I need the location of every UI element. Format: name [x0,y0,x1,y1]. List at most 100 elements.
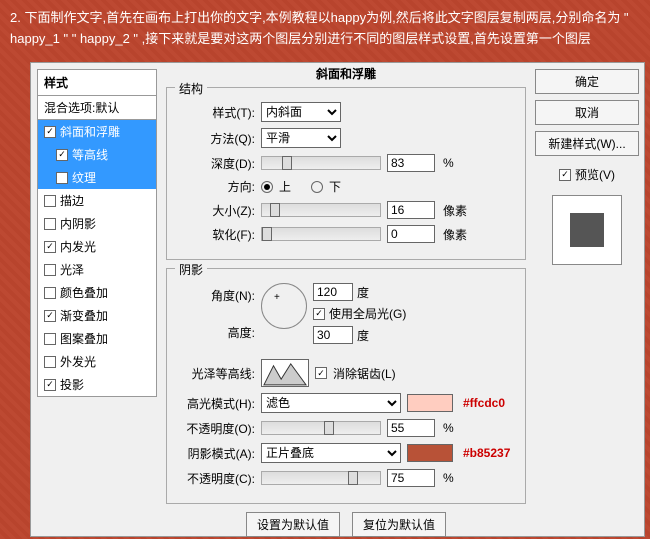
highlight-opacity-slider[interactable] [261,421,381,435]
shadow-hex: #b85237 [463,446,510,460]
style-select[interactable]: 内斜面 [261,102,341,122]
style-label: 颜色叠加 [60,284,108,301]
style-item-描边[interactable]: 描边 [38,189,156,212]
size-unit: 像素 [443,202,467,219]
gloss-contour-picker[interactable] [261,359,309,387]
style-item-图案叠加[interactable]: 图案叠加 [38,327,156,350]
size-input[interactable]: 16 [387,201,435,219]
style-checkbox[interactable] [44,287,56,299]
angle-input[interactable]: 120 [313,283,353,301]
depth-input[interactable]: 83 [387,154,435,172]
style-item-内发光[interactable]: 内发光 [38,235,156,258]
style-item-斜面和浮雕[interactable]: 斜面和浮雕 [38,120,156,143]
style-item-光泽[interactable]: 光泽 [38,258,156,281]
style-item-投影[interactable]: 投影 [38,373,156,396]
highlight-color-swatch[interactable] [407,394,453,412]
structure-fieldset: 结构 样式(T): 内斜面 方法(Q): 平滑 深度(D): 83 % 方向: … [166,87,526,260]
highlight-opacity-input[interactable]: 55 [387,419,435,437]
reset-default-button[interactable]: 复位为默认值 [352,512,446,537]
style-label: 外发光 [60,353,96,370]
dialog-buttons: 确定 取消 新建样式(W)... 预览(V) [532,69,642,265]
soften-unit: 像素 [443,226,467,243]
shadow-mode-select[interactable]: 正片叠底 [261,443,401,463]
direction-up-radio[interactable] [261,181,273,193]
shadow-opacity-label: 不透明度(C): [177,470,255,487]
styles-header: 样式 [37,69,157,95]
style-checkbox[interactable] [56,149,68,161]
method-select[interactable]: 平滑 [261,128,341,148]
angle-unit: 度 [357,284,369,301]
style-checkbox[interactable] [44,126,56,138]
antialias-checkbox[interactable] [315,367,327,379]
style-label: 描边 [60,192,84,209]
antialias-label: 消除锯齿(L) [333,365,396,382]
style-item-内阴影[interactable]: 内阴影 [38,212,156,235]
angle-wheel[interactable] [261,283,307,329]
altitude-label: 高度: [177,324,255,341]
style-checkbox[interactable] [44,356,56,368]
preview-checkbox[interactable] [559,169,571,181]
highlight-hex: #ffcdc0 [463,396,505,410]
size-slider[interactable] [261,203,381,217]
instruction-text: 2. 下面制作文字,首先在画布上打出你的文字,本例教程以happy为例,然后将此… [0,0,650,58]
highlight-mode-select[interactable]: 滤色 [261,393,401,413]
style-checkbox[interactable] [44,241,56,253]
preview-box [552,195,622,265]
shadow-color-swatch[interactable] [407,444,453,462]
soften-input[interactable]: 0 [387,225,435,243]
soften-label: 软化(F): [177,226,255,243]
direction-label: 方向: [177,178,255,195]
shadow-opacity-slider[interactable] [261,471,381,485]
style-item-纹理[interactable]: 纹理 [38,166,156,189]
style-label: 图案叠加 [60,330,108,347]
depth-label: 深度(D): [177,155,255,172]
style-checkbox[interactable] [56,172,68,184]
style-checkbox[interactable] [44,195,56,207]
highlight-mode-label: 高光模式(H): [177,395,255,412]
blend-options-row[interactable]: 混合选项:默认 [37,95,157,119]
style-label: 样式(T): [177,104,255,121]
style-item-外发光[interactable]: 外发光 [38,350,156,373]
style-checkbox[interactable] [44,333,56,345]
method-label: 方法(Q): [177,130,255,147]
gloss-label: 光泽等高线: [177,365,255,382]
style-checkbox[interactable] [44,264,56,276]
new-style-button[interactable]: 新建样式(W)... [535,131,639,156]
preview-label: 预览(V) [575,166,615,183]
depth-unit: % [443,156,454,170]
style-item-渐变叠加[interactable]: 渐变叠加 [38,304,156,327]
soften-slider[interactable] [261,227,381,241]
bevel-settings: 结构 样式(T): 内斜面 方法(Q): 平滑 深度(D): 83 % 方向: … [166,69,526,529]
ok-button[interactable]: 确定 [535,69,639,94]
global-light-label: 使用全局光(G) [329,305,406,322]
style-label: 光泽 [60,261,84,278]
angle-label: 角度(N): [177,283,255,304]
style-label: 斜面和浮雕 [60,123,120,140]
direction-down-radio[interactable] [311,181,323,193]
style-item-颜色叠加[interactable]: 颜色叠加 [38,281,156,304]
shadow-opacity-unit: % [443,471,454,485]
highlight-opacity-label: 不透明度(O): [177,420,255,437]
highlight-opacity-unit: % [443,421,454,435]
style-label: 内发光 [60,238,96,255]
style-label: 纹理 [72,169,96,186]
style-label: 投影 [60,376,84,393]
shadow-opacity-input[interactable]: 75 [387,469,435,487]
style-checkbox[interactable] [44,379,56,391]
shadow-legend: 阴影 [175,261,207,278]
style-item-等高线[interactable]: 等高线 [38,143,156,166]
size-label: 大小(Z): [177,202,255,219]
style-checkbox[interactable] [44,218,56,230]
style-label: 等高线 [72,146,108,163]
depth-slider[interactable] [261,156,381,170]
style-checkbox[interactable] [44,310,56,322]
shadow-mode-label: 阴影模式(A): [177,445,255,462]
global-light-checkbox[interactable] [313,308,325,320]
cancel-button[interactable]: 取消 [535,100,639,125]
shadow-fieldset: 阴影 角度(N): 120 度 使用全局光(G) 30 度 [166,268,526,504]
altitude-input[interactable]: 30 [313,326,353,344]
direction-up-label: 上 [279,178,291,195]
make-default-button[interactable]: 设置为默认值 [246,512,340,537]
style-list-panel: 样式 混合选项:默认 斜面和浮雕等高线纹理描边内阴影内发光光泽颜色叠加渐变叠加图… [37,69,157,397]
style-label: 内阴影 [60,215,96,232]
